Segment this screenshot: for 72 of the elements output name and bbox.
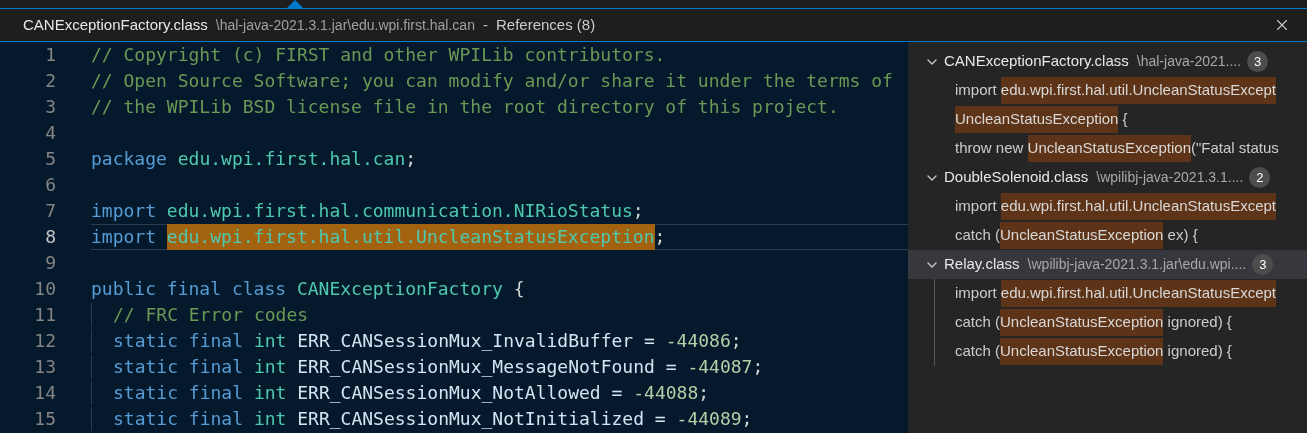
- code-token: ;: [741, 407, 753, 431]
- peek-title: References (8): [495, 14, 596, 35]
- reference-line[interactable]: catch (UncleanStatusException ex) {: [935, 221, 1307, 250]
- match-highlight: edu.wpi.first.hal.util.UncleanStatusException: [166, 224, 655, 250]
- line-number: 2: [44, 69, 56, 93]
- code-token: ;: [405, 147, 417, 171]
- reference-file-row[interactable]: CANExceptionFactory.class \hal-java-2021.... 3: [908, 47, 1307, 76]
- line-number: 5: [44, 147, 56, 171]
- code-token: {: [512, 277, 525, 301]
- line-number: 9: [44, 251, 56, 275]
- line-number: 8: [44, 225, 56, 249]
- code-token: static final: [113, 407, 245, 431]
- reference-count: 3: [1252, 254, 1274, 275]
- code-token: CANExceptionFactory: [296, 277, 503, 301]
- reference-file-name: Relay.class: [944, 254, 1020, 275]
- code-token: // the WPILib BSD license file in the root directory of this project.: [91, 95, 839, 119]
- code-token: static final: [113, 329, 245, 353]
- code-token: ERR_CANSessionMux_NotAllowed =: [297, 381, 624, 405]
- reference-file-name: DoubleSolenoid.class: [944, 167, 1089, 188]
- code-token: ;: [698, 381, 710, 405]
- code-token: package: [91, 147, 168, 171]
- line-number: 13: [33, 355, 56, 379]
- line-number: 1: [44, 43, 56, 67]
- line-number: 14: [33, 381, 56, 405]
- code-token: ERR_CANSessionMux_MessageNotFound =: [297, 355, 678, 379]
- code-token: edu.wpi.first.hal.communication.NIRioStatus: [166, 199, 633, 223]
- code-token: // FRC Error codes: [113, 303, 309, 327]
- code-token: ERR_CANSessionMux_InvalidBuffer =: [297, 329, 656, 353]
- reference-file-path: \wpilibj-java-2021.3.1....: [1096, 168, 1244, 187]
- reference-file-path: \wpilibj-java-2021.3.1.jar\edu.wpi....: [1027, 255, 1247, 274]
- reference-file-row[interactable]: DoubleSolenoid.class \wpilibj-java-2021.3.1.... 2: [908, 163, 1307, 192]
- code-token: import: [91, 199, 158, 223]
- line-number: 4: [44, 121, 56, 145]
- line-number: 10: [33, 277, 56, 301]
- reference-file-row[interactable]: Relay.class \wpilibj-java-2021.3.1.jar\edu.wpi.... 3: [908, 250, 1307, 279]
- line-number: 7: [44, 199, 56, 223]
- reference-file-name: CANExceptionFactory.class: [944, 51, 1129, 72]
- reference-line[interactable]: throw new UncleanStatusException("Fatal status: [935, 134, 1307, 163]
- code-token: edu.wpi.first.hal.can: [177, 147, 406, 171]
- line-number: 11: [33, 303, 56, 327]
- code-token: -44088: [633, 381, 699, 405]
- line-number: 3: [44, 95, 56, 119]
- code-token: ;: [752, 355, 764, 379]
- code-token: -44087: [687, 355, 753, 379]
- peek-file-path: \hal-java-2021.3.1.jar\edu.wpi.first.hal.can: [215, 15, 475, 35]
- code-token: ;: [730, 329, 742, 353]
- reference-line[interactable]: catch (UncleanStatusException ignored) {: [935, 337, 1307, 366]
- code-token: // Copyright (c) FIRST and other WPILib contributors.: [91, 43, 666, 67]
- code-token: -44086: [665, 329, 731, 353]
- separator-text: -: [482, 14, 488, 35]
- line-number: 12: [33, 329, 56, 353]
- reference-file-path: \hal-java-2021....: [1136, 52, 1242, 71]
- code-token: ;: [654, 225, 666, 249]
- code-token: ;: [632, 199, 644, 223]
- reference-count: 3: [1247, 51, 1269, 72]
- code-token: ERR_CANSessionMux_NotInitialized =: [297, 407, 667, 431]
- code-token: import: [91, 225, 158, 249]
- code-token: int: [253, 329, 288, 353]
- code-token: int: [253, 355, 288, 379]
- code-token: int: [253, 381, 288, 405]
- reference-count: 2: [1249, 167, 1271, 188]
- reference-line[interactable]: UncleanStatusException {: [935, 105, 1307, 134]
- line-number: 15: [33, 407, 56, 431]
- code-token: // Open Source Software; you can modify and/or share it under the terms of: [91, 69, 893, 93]
- code-token: public final class: [91, 277, 288, 301]
- line-number: 6: [44, 173, 56, 197]
- reference-line[interactable]: catch (UncleanStatusException ignored) {: [935, 308, 1307, 337]
- code-token: static final: [113, 381, 245, 405]
- code-token: -44089: [676, 407, 742, 431]
- code-token: static final: [113, 355, 245, 379]
- peek-file-name: CANExceptionFactory.class: [23, 14, 208, 35]
- code-token: int: [253, 407, 288, 431]
